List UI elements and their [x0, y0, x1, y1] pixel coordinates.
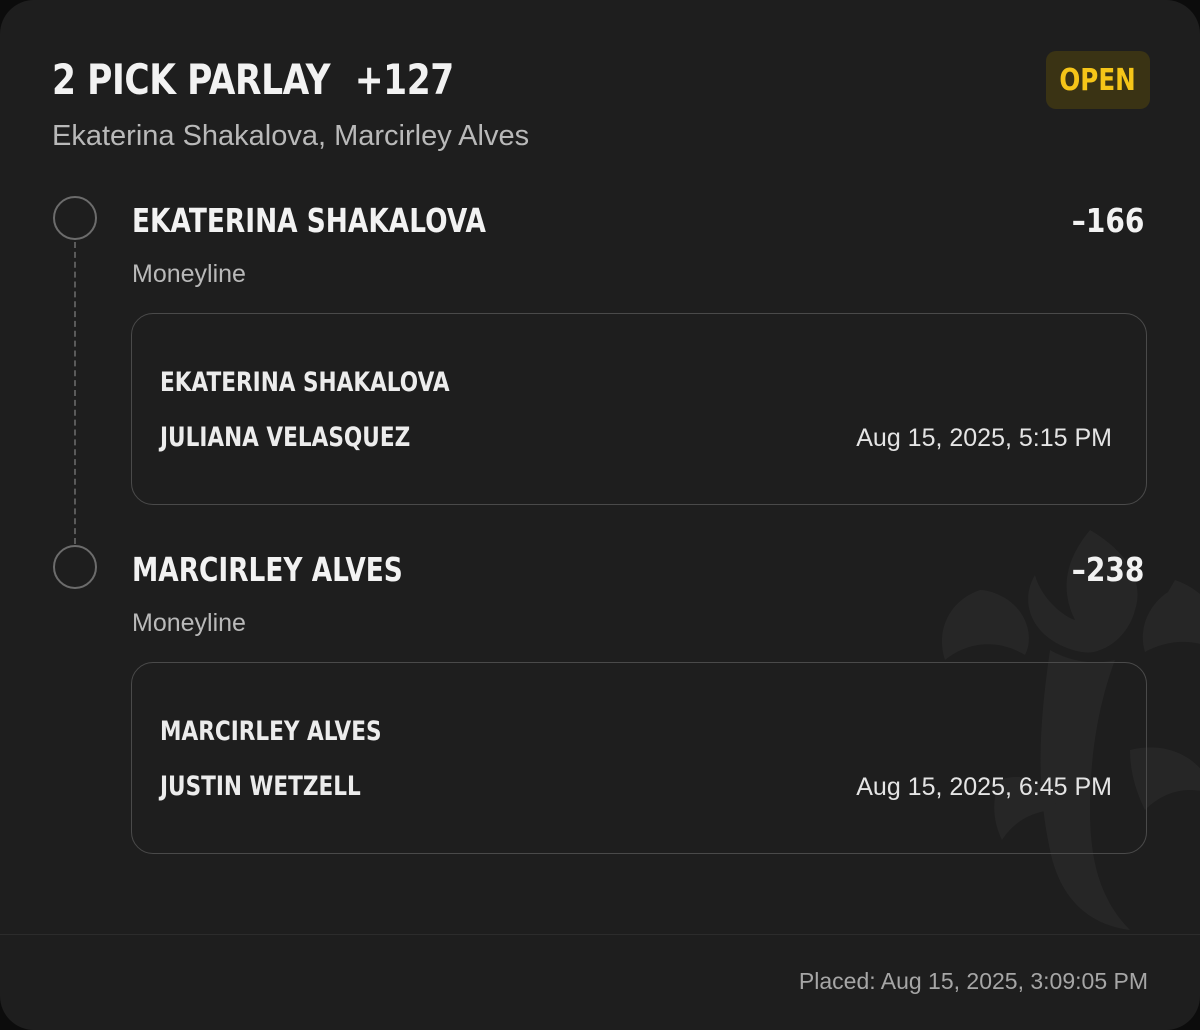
leg-odds: –166 [1071, 201, 1144, 240]
timeline-connector [74, 242, 76, 544]
bet-title: 2 PICK PARLAY +127 [52, 54, 454, 106]
bet-header: 2 PICK PARLAY +127 OPEN [52, 51, 1150, 110]
leg-market: Moneyline [132, 609, 246, 637]
parlay-bet-card: 2 PICK PARLAY +127 OPEN Ekaterina Shakalo… [0, 0, 1200, 1030]
status-badge: OPEN [1046, 51, 1150, 109]
event-team-home: MARCIRLEY ALVES [160, 716, 382, 747]
empty-circle-icon [53, 545, 97, 589]
leg-selection: EKATERINA SHAKALOVA [132, 201, 486, 240]
leg-market: Moneyline [132, 260, 246, 288]
empty-circle-icon [53, 196, 97, 240]
event-card[interactable]: MARCIRLEY ALVES JUSTIN WETZELL Aug 15, 2… [131, 662, 1147, 854]
event-team-away: JUSTIN WETZELL [160, 771, 361, 802]
bet-title-text: 2 PICK PARLAY [52, 55, 331, 104]
event-card[interactable]: EKATERINA SHAKALOVA JULIANA VELASQUEZ Au… [131, 313, 1147, 505]
bet-subtitle: Ekaterina Shakalova, Marcirley Alves [52, 120, 530, 152]
placed-timestamp: Placed: Aug 15, 2025, 3:09:05 PM [798, 968, 1148, 994]
event-start-time: Aug 15, 2025, 6:45 PM [856, 773, 1112, 801]
bet-total-odds: +127 [354, 55, 455, 104]
event-team-away: JULIANA VELASQUEZ [160, 422, 411, 453]
status-badge-label: OPEN [1059, 62, 1137, 98]
footer-divider [0, 934, 1200, 935]
leg-selection: MARCIRLEY ALVES [132, 550, 403, 589]
event-start-time: Aug 15, 2025, 5:15 PM [856, 424, 1112, 452]
event-team-home: EKATERINA SHAKALOVA [160, 367, 450, 398]
leg-odds: –238 [1071, 550, 1144, 589]
